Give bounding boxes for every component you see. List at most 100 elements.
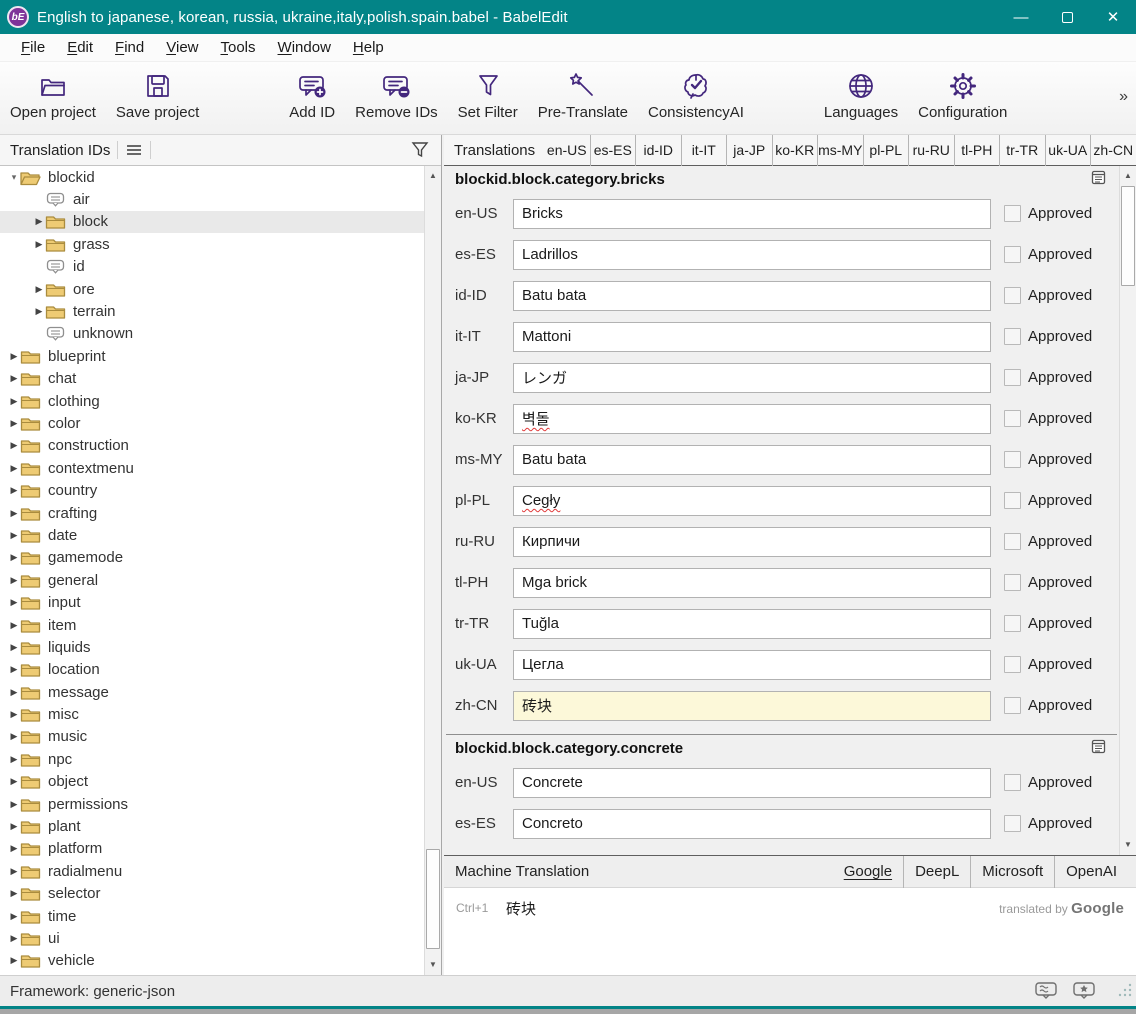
approved-toggle-ru-RU[interactable]: Approved bbox=[991, 533, 1119, 550]
approved-toggle-tl-PH[interactable]: Approved bbox=[991, 574, 1119, 591]
collapsed-arrow-icon[interactable]: ▶ bbox=[8, 373, 20, 384]
collapsed-arrow-icon[interactable]: ▶ bbox=[8, 351, 20, 362]
tree-item-date[interactable]: ▶date bbox=[0, 524, 424, 546]
tree-item-terrain[interactable]: ▶terrain bbox=[0, 300, 424, 322]
lang-tab-ko-KR[interactable]: ko-KR bbox=[772, 135, 818, 166]
approved-checkbox[interactable] bbox=[1004, 410, 1021, 427]
add-id-button[interactable]: Add ID bbox=[279, 62, 345, 134]
approved-checkbox[interactable] bbox=[1004, 451, 1021, 468]
scroll-up-icon[interactable]: ▲ bbox=[425, 168, 441, 184]
tree-item-clothing[interactable]: ▶clothing bbox=[0, 390, 424, 412]
lang-tab-ru-RU[interactable]: ru-RU bbox=[908, 135, 954, 166]
tree-item-npc[interactable]: ▶npc bbox=[0, 748, 424, 770]
pre-translate-button[interactable]: Pre-Translate bbox=[528, 62, 638, 134]
collapsed-arrow-icon[interactable]: ▶ bbox=[8, 888, 20, 899]
tree-item-block[interactable]: ▶block bbox=[0, 211, 424, 233]
tree-item-time[interactable]: ▶time bbox=[0, 905, 424, 927]
provider-tab-deepl[interactable]: DeepL bbox=[903, 856, 970, 888]
menu-window[interactable]: Window bbox=[267, 36, 342, 59]
tree-item-id[interactable]: id bbox=[0, 256, 424, 278]
approved-checkbox[interactable] bbox=[1004, 492, 1021, 509]
minimize-button[interactable]: ― bbox=[998, 0, 1044, 34]
collapsed-arrow-icon[interactable]: ▶ bbox=[33, 284, 45, 295]
approved-toggle-zh-CN[interactable]: Approved bbox=[991, 697, 1119, 714]
approved-toggle-es-ES[interactable]: Approved bbox=[991, 815, 1119, 832]
tree-item-input[interactable]: ▶input bbox=[0, 591, 424, 613]
tree-item-ore[interactable]: ▶ore bbox=[0, 278, 424, 300]
collapsed-arrow-icon[interactable]: ▶ bbox=[8, 597, 20, 608]
approved-checkbox[interactable] bbox=[1004, 615, 1021, 632]
translation-input-es-ES[interactable]: Ladrillos bbox=[513, 240, 991, 270]
close-button[interactable]: ✕ bbox=[1090, 0, 1136, 34]
approved-checkbox[interactable] bbox=[1004, 774, 1021, 791]
approved-checkbox[interactable] bbox=[1004, 205, 1021, 222]
entry-notes-icon[interactable] bbox=[1090, 169, 1107, 190]
translation-input-es-ES[interactable]: Concreto bbox=[513, 809, 991, 839]
approved-toggle-ja-JP[interactable]: Approved bbox=[991, 369, 1119, 386]
collapsed-arrow-icon[interactable]: ▶ bbox=[8, 754, 20, 765]
open-project-button[interactable]: Open project bbox=[0, 62, 106, 134]
collapsed-arrow-icon[interactable]: ▶ bbox=[8, 843, 20, 854]
approved-checkbox[interactable] bbox=[1004, 533, 1021, 550]
lang-tab-tr-TR[interactable]: tr-TR bbox=[999, 135, 1045, 166]
tree-item-vehicle[interactable]: ▶vehicle bbox=[0, 950, 424, 972]
translation-input-ko-KR[interactable]: 벽돌 bbox=[513, 404, 991, 434]
lang-tab-es-ES[interactable]: es-ES bbox=[590, 135, 636, 166]
translation-input-en-US[interactable]: Concrete bbox=[513, 768, 991, 798]
tree-item-permissions[interactable]: ▶permissions bbox=[0, 793, 424, 815]
collapsed-arrow-icon[interactable]: ▶ bbox=[33, 306, 45, 317]
lang-tab-ja-JP[interactable]: ja-JP bbox=[726, 135, 772, 166]
translation-input-pl-PL[interactable]: Cegły bbox=[513, 486, 991, 516]
lang-tab-tl-PH[interactable]: tl-PH bbox=[954, 135, 1000, 166]
tree-item-plant[interactable]: ▶plant bbox=[0, 815, 424, 837]
tree-item-grass[interactable]: ▶grass bbox=[0, 233, 424, 255]
lang-tab-en-US[interactable]: en-US bbox=[544, 135, 590, 166]
tree-item-general[interactable]: ▶general bbox=[0, 569, 424, 591]
feedback-icon[interactable] bbox=[1034, 981, 1058, 1001]
languages-button[interactable]: Languages bbox=[814, 62, 908, 134]
consistencyai-button[interactable]: ConsistencyAI bbox=[638, 62, 754, 134]
approved-checkbox[interactable] bbox=[1004, 697, 1021, 714]
collapsed-arrow-icon[interactable]: ▶ bbox=[8, 821, 20, 832]
provider-tab-microsoft[interactable]: Microsoft bbox=[970, 856, 1054, 888]
translation-input-it-IT[interactable]: Mattoni bbox=[513, 322, 991, 352]
set-filter-button[interactable]: Set Filter bbox=[448, 62, 528, 134]
menu-view[interactable]: View bbox=[155, 36, 209, 59]
collapsed-arrow-icon[interactable]: ▶ bbox=[8, 933, 20, 944]
tree-scrollbar[interactable]: ▲ ▼ bbox=[424, 166, 441, 975]
configuration-button[interactable]: Configuration bbox=[908, 62, 1017, 134]
rate-icon[interactable] bbox=[1072, 981, 1096, 1001]
tree-item-object[interactable]: ▶object bbox=[0, 771, 424, 793]
scroll-down-icon[interactable]: ▼ bbox=[1120, 837, 1136, 853]
collapsed-arrow-icon[interactable]: ▶ bbox=[8, 530, 20, 541]
collapsed-arrow-icon[interactable]: ▶ bbox=[8, 575, 20, 586]
collapsed-arrow-icon[interactable]: ▶ bbox=[8, 418, 20, 429]
collapsed-arrow-icon[interactable]: ▶ bbox=[8, 799, 20, 810]
lang-tab-it-IT[interactable]: it-IT bbox=[681, 135, 727, 166]
translation-input-ja-JP[interactable]: レンガ bbox=[513, 363, 991, 393]
collapsed-arrow-icon[interactable]: ▶ bbox=[8, 463, 20, 474]
collapsed-arrow-icon[interactable]: ▶ bbox=[8, 440, 20, 451]
lang-tab-zh-CN[interactable]: zh-CN bbox=[1090, 135, 1136, 166]
collapsed-arrow-icon[interactable]: ▶ bbox=[8, 396, 20, 407]
approved-toggle-pl-PL[interactable]: Approved bbox=[991, 492, 1119, 509]
translation-input-zh-CN[interactable]: 砖块 bbox=[513, 691, 991, 721]
approved-checkbox[interactable] bbox=[1004, 656, 1021, 673]
tree-item-blueprint[interactable]: ▶blueprint bbox=[0, 345, 424, 367]
approved-toggle-es-ES[interactable]: Approved bbox=[991, 246, 1119, 263]
tree-item-blockid[interactable]: ▾blockid bbox=[0, 166, 424, 188]
approved-toggle-ko-KR[interactable]: Approved bbox=[991, 410, 1119, 427]
tree-item-item[interactable]: ▶item bbox=[0, 614, 424, 636]
approved-checkbox[interactable] bbox=[1004, 815, 1021, 832]
approved-toggle-uk-UA[interactable]: Approved bbox=[991, 656, 1119, 673]
approved-checkbox[interactable] bbox=[1004, 328, 1021, 345]
translation-input-tl-PH[interactable]: Mga brick bbox=[513, 568, 991, 598]
tree-scrollbar-thumb[interactable] bbox=[426, 849, 440, 949]
approved-checkbox[interactable] bbox=[1004, 246, 1021, 263]
translation-input-tr-TR[interactable]: Tuğla bbox=[513, 609, 991, 639]
tree-item-air[interactable]: air bbox=[0, 188, 424, 210]
menu-tools[interactable]: Tools bbox=[210, 36, 267, 59]
tree-item-location[interactable]: ▶location bbox=[0, 659, 424, 681]
lang-tab-pl-PL[interactable]: pl-PL bbox=[863, 135, 909, 166]
translation-input-en-US[interactable]: Bricks bbox=[513, 199, 991, 229]
